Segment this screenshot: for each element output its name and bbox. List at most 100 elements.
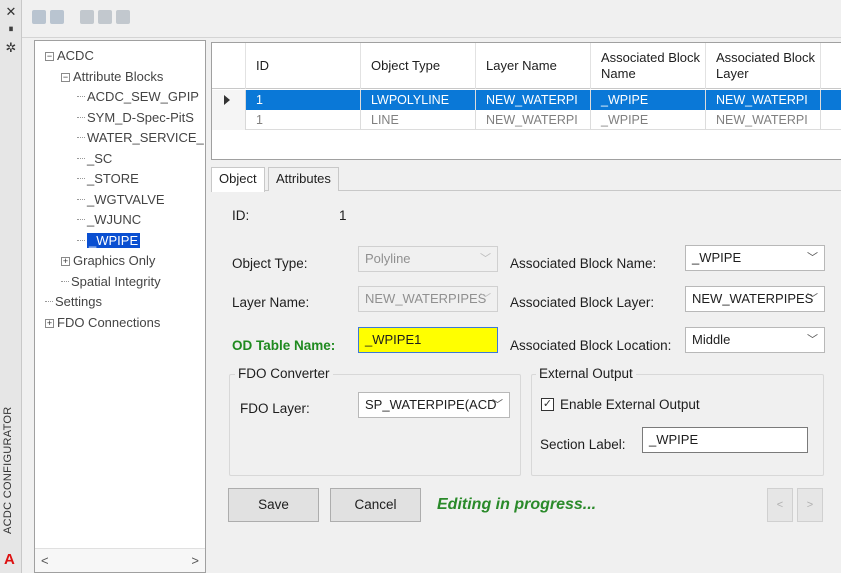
tree-item-label: ACDC_SEW_GPIP (87, 89, 199, 104)
tree-connector (77, 96, 85, 97)
chevron-down-icon: ﹀ (807, 252, 818, 264)
tree-item[interactable]: _WPIPE (77, 232, 141, 250)
chevron-down-icon: ﹀ (480, 253, 491, 265)
tree-item-label: WATER_SERVICE_ (87, 130, 204, 145)
id-label: ID: (232, 208, 250, 223)
tree-item[interactable]: _WJUNC (77, 211, 141, 229)
column-header-assoc-block-name[interactable]: Associated Block Name (591, 43, 706, 89)
external-output-title: External Output (536, 366, 636, 381)
chevron-down-icon: ﹀ (807, 293, 818, 305)
tree-item[interactable]: _SC (77, 150, 112, 168)
tree-item-label: ACDC (57, 48, 94, 63)
tree-panel: − ACDC − Attribute Blocks ACDC_SEW_GPIP SYM_D… (34, 40, 206, 573)
column-header-layer-name[interactable]: Layer Name (476, 43, 591, 89)
tree-item-label: Settings (55, 294, 102, 309)
layer-name-select: NEW_WATERPIPES ﹀ (358, 286, 498, 312)
expand-icon[interactable]: + (61, 257, 70, 266)
section-label-label: Section Label: (540, 437, 626, 452)
tree-connector (77, 239, 85, 241)
scroll-left-icon[interactable]: < (41, 553, 49, 568)
tree-item[interactable]: Spatial Integrity (61, 273, 161, 291)
status-text: Editing in progress... (437, 496, 597, 513)
shield-remove-icon[interactable] (50, 10, 64, 24)
section-label-input[interactable]: _WPIPE (642, 427, 808, 453)
grid-remove-icon[interactable] (98, 10, 112, 24)
fdo-layer-select[interactable]: SP_WATERPIPE(ACD ﹀ (358, 392, 510, 418)
assoc-block-location-label: Associated Block Location: (510, 338, 672, 353)
column-header-assoc-block-layer[interactable]: Associated Block Layer (706, 43, 821, 89)
cell-id: 1 (246, 90, 361, 110)
tree-item-label: _WPIPE (87, 232, 141, 248)
autocad-logo-icon: A (4, 551, 15, 568)
scroll-right-icon[interactable]: > (191, 553, 199, 568)
chevron-down-icon: ﹀ (492, 399, 503, 411)
assoc-block-location-select[interactable]: Middle ﹀ (685, 327, 825, 353)
table-row[interactable]: 1 LWPOLYLINE NEW_WATERPI _WPIPE NEW_WATE… (212, 90, 841, 110)
od-table-name-input[interactable]: _WPIPE1 (358, 327, 498, 353)
horizontal-scrollbar[interactable]: < > (35, 548, 205, 572)
tree-item[interactable]: _WGTVALVE (77, 191, 165, 209)
tree-item[interactable]: SYM_D-Spec-PitS (77, 109, 194, 127)
save-button[interactable]: Save (228, 488, 319, 522)
tree-item-label: Graphics Only (73, 253, 156, 268)
tree-item[interactable]: + Graphics Only (61, 252, 155, 270)
close-icon[interactable]: ✕ (3, 4, 19, 20)
tree-item-label: _WGTVALVE (87, 191, 165, 207)
collapse-icon[interactable]: − (45, 52, 54, 61)
grid-corner (212, 43, 246, 89)
tree-item[interactable]: _STORE (77, 170, 139, 188)
tree-connector (61, 280, 69, 282)
tree-item[interactable]: ACDC_SEW_GPIP (77, 88, 199, 106)
column-header-id[interactable]: ID (246, 43, 361, 89)
grid-add-icon[interactable] (80, 10, 94, 24)
cell-assoc-block-layer: NEW_WATERPI (706, 110, 821, 130)
properties-icon[interactable]: ✲ (3, 40, 19, 56)
assoc-block-name-select[interactable]: _WPIPE ﹀ (685, 245, 825, 271)
tab-object[interactable]: Object (211, 167, 265, 192)
fdo-converter-title: FDO Converter (235, 366, 333, 381)
tree-item[interactable]: − ACDC (45, 47, 94, 65)
tree-item[interactable]: Settings (45, 293, 102, 311)
cell-layer-name: NEW_WATERPI (476, 90, 591, 110)
table-row[interactable]: 1 LINE NEW_WATERPI _WPIPE NEW_WATERPI (212, 110, 841, 130)
tree-item-label: FDO Connections (57, 314, 161, 330)
external-output-group (531, 374, 824, 476)
column-header-object-type[interactable]: Object Type (361, 43, 476, 89)
assoc-block-layer-label: Associated Block Layer: (510, 295, 655, 310)
enable-external-output-checkbox[interactable]: ✓ (541, 398, 554, 411)
palette-title: ACDC CONFIGURATOR (2, 406, 14, 534)
tree-connector (77, 116, 85, 118)
palette-strip: ✕ ⏸ ✲ ACDC CONFIGURATOR A (0, 0, 22, 573)
shield-icon[interactable] (32, 10, 46, 24)
layer-name-label: Layer Name: (232, 295, 310, 310)
chevron-down-icon: ﹀ (480, 293, 491, 305)
toolbar (22, 0, 841, 38)
expand-icon[interactable]: + (45, 318, 54, 328)
id-value: 1 (339, 208, 347, 223)
tree-connector (77, 137, 85, 138)
pin-icon[interactable]: ⏸ (3, 22, 19, 38)
object-grid: ID Object Type Layer Name Associated Blo… (211, 42, 841, 160)
assoc-block-name-label: Associated Block Name: (510, 256, 657, 271)
assoc-block-layer-select[interactable]: NEW_WATERPIPES ﹀ (685, 286, 825, 312)
cancel-button[interactable]: Cancel (330, 488, 421, 522)
grid-settings-icon[interactable] (116, 10, 130, 24)
grid-header: ID Object Type Layer Name Associated Blo… (212, 43, 841, 89)
prev-record-button[interactable]: < (767, 488, 793, 522)
tree-item[interactable]: + FDO Connections (45, 314, 160, 332)
tree-item-label: _SC (87, 150, 113, 166)
cell-assoc-block-layer: NEW_WATERPI (706, 90, 821, 110)
tree-item[interactable]: WATER_SERVICE_ (77, 129, 204, 147)
object-type-select: Polyline ﹀ (358, 246, 498, 272)
tree-view[interactable]: − ACDC − Attribute Blocks ACDC_SEW_GPIP SYM_D… (35, 41, 205, 548)
enable-external-output-label[interactable]: Enable External Output (560, 397, 700, 412)
next-record-button[interactable]: > (797, 488, 823, 522)
tab-attributes[interactable]: Attributes (268, 167, 339, 191)
chevron-down-icon: ﹀ (807, 334, 818, 346)
tree-item[interactable]: − Attribute Blocks (61, 68, 163, 86)
cell-assoc-block-name: _WPIPE (591, 110, 706, 130)
tree-item-label: _STORE (87, 171, 139, 186)
collapse-icon[interactable]: − (61, 72, 70, 82)
tree-connector (77, 198, 85, 200)
tree-item-label: SYM_D-Spec-PitS (87, 109, 194, 125)
